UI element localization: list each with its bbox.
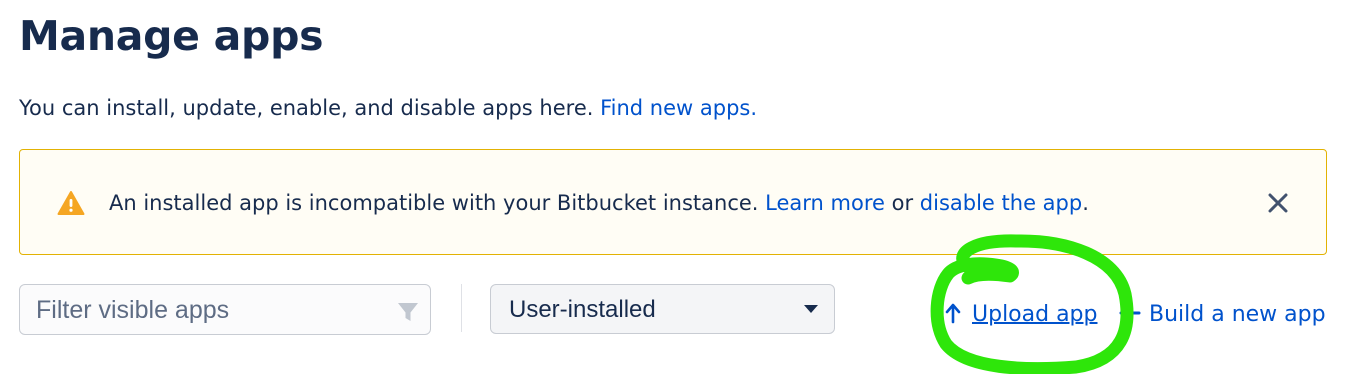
warning-period: . [1082,191,1089,215]
app-type-select[interactable]: User-installed [490,284,835,334]
page-title: Manage apps [19,12,324,60]
warning-connector: or [891,191,914,215]
find-new-apps-link[interactable]: Find new apps. [600,96,757,120]
filter-icon [398,303,418,321]
intro-text: You can install, update, enable, and dis… [19,96,594,120]
intro-paragraph: You can install, update, enable, and dis… [19,92,757,124]
filter-apps-field [19,284,431,336]
warning-text: An installed app is incompatible with yo… [109,191,759,215]
incompatible-app-warning: An installed app is incompatible with yo… [19,149,1327,255]
build-new-app-label: Build a new app [1149,302,1326,327]
upload-app-label: Upload app [972,302,1098,327]
toolbar-divider [461,284,462,332]
chevron-down-icon [804,305,818,313]
upload-app-link[interactable]: Upload app [944,298,1098,332]
disable-app-link[interactable]: disable the app [920,191,1082,215]
app-type-selected-value: User-installed [509,296,656,323]
learn-more-link[interactable]: Learn more [765,191,885,215]
close-icon[interactable] [1266,191,1290,215]
plus-icon [1119,302,1141,324]
build-new-app-link[interactable]: Build a new app [1119,298,1326,332]
filter-apps-input[interactable] [34,285,388,336]
warning-icon [57,191,85,215]
warning-message: An installed app is incompatible with yo… [109,188,1089,218]
upload-icon [945,303,961,324]
manage-apps-page: Manage apps You can install, update, ena… [0,0,1345,382]
